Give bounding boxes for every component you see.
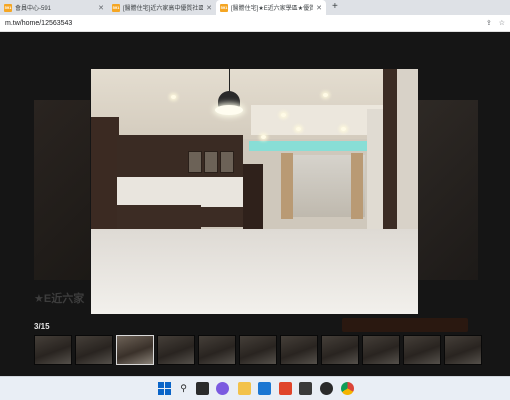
browser-tab-strip: 591 會員中心-591 ✕ 591 [醫謄住宅]近六家高中優質社區三 ✕ 59… [0,0,510,15]
lightbox-main-photo[interactable] [91,69,418,314]
windows-taskbar: ⚲ [0,376,510,400]
background-listing-photo [418,100,478,280]
photo-glass-door [204,151,218,173]
photo-curtain [281,153,293,219]
tab-close-icon[interactable]: ✕ [316,4,322,12]
tab-title: 會員中心-591 [15,6,52,12]
photo-downlight [323,93,328,97]
new-tab-button[interactable]: + [326,0,344,15]
store-icon[interactable] [299,382,312,395]
photo-downlight [171,95,176,99]
thumbnail[interactable] [34,335,72,365]
share-icon[interactable]: ⇪ [486,19,492,27]
office-icon[interactable] [279,382,292,395]
browser-tab-1[interactable]: 591 會員中心-591 ✕ [0,0,108,15]
thumbnail[interactable] [280,335,318,365]
tab-close-icon[interactable]: ✕ [206,4,212,12]
photo-tile-floor [91,229,418,314]
tab-close-icon[interactable]: ✕ [98,4,104,12]
thumbnail-strip [34,335,482,365]
file-explorer-icon[interactable] [238,382,251,395]
thumbnail[interactable] [75,335,113,365]
photo-downlight [296,127,301,131]
photo-glass-door [188,151,202,173]
photo-downlight [341,127,346,131]
site-favicon-icon: 591 [4,3,12,12]
thumbnail[interactable] [198,335,236,365]
thumbnail[interactable] [157,335,195,365]
background-contact-bar [342,318,468,332]
search-icon[interactable]: ⚲ [177,382,190,395]
photo-pendant-glow [215,105,243,115]
photo-downlight [261,135,266,139]
url-field[interactable]: m.tw/home/12563543 [5,20,479,27]
thumbnail[interactable] [239,335,277,365]
photo-glass-door [220,151,234,173]
photo-curtain [351,153,363,219]
photo-tv-cabinet [193,207,243,227]
page-viewport: ★E近六家 3/15 [0,32,510,376]
image-counter: 3/15 [34,322,50,331]
task-view-icon[interactable] [196,382,209,395]
background-listing-title: ★E近六家 [34,293,85,305]
thumbnail[interactable] [403,335,441,365]
background-listing-photo [34,100,90,280]
thumbnail[interactable] [321,335,359,365]
tab-title: [醫謄住宅]近六家高中優質社區三 [123,6,204,12]
browser-tab-2[interactable]: 591 [醫謄住宅]近六家高中優質社區三 ✕ [108,0,216,15]
tab-title: [醫謄住宅]★E近六家學區★優質 [231,6,314,12]
chrome-icon[interactable] [341,382,354,395]
dell-icon[interactable] [320,382,333,395]
windows-start-icon[interactable] [158,382,171,395]
thumbnail[interactable] [444,335,482,365]
thumbnail-active[interactable] [116,335,154,365]
address-bar[interactable]: m.tw/home/12563543 ⇪ ☆ [0,15,510,32]
site-favicon-icon: 591 [112,3,120,12]
photo-downlight [281,113,286,117]
photo-back-wall [117,177,243,207]
browser-tab-3-active[interactable]: 591 [醫謄住宅]★E近六家學區★優質 ✕ [216,0,326,15]
mail-icon[interactable] [258,382,271,395]
chat-icon[interactable] [216,382,229,395]
site-favicon-icon: 591 [220,3,228,12]
thumbnail[interactable] [362,335,400,365]
bookmark-star-icon[interactable]: ☆ [499,19,505,27]
photo-pendant-cord [229,69,230,93]
